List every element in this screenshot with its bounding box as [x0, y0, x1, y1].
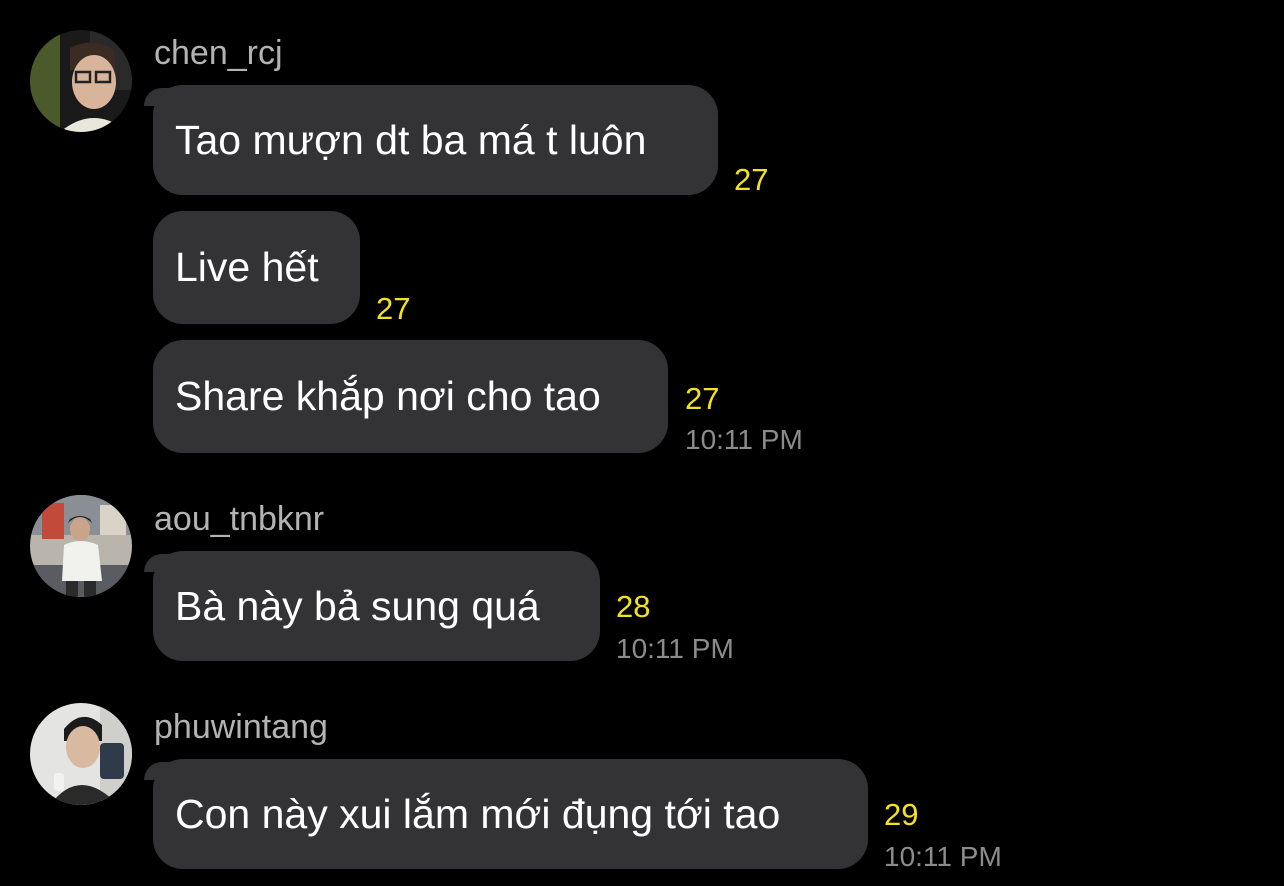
avatar-aou-tnbknr[interactable] [30, 495, 132, 597]
profile-photo-icon [30, 30, 132, 132]
message-text: Live hết [175, 244, 319, 290]
profile-photo-icon [30, 703, 132, 805]
username-aou-tnbknr[interactable]: aou_tnbknr [154, 499, 324, 539]
timestamp: 10:11 PM [616, 633, 734, 664]
timestamp: 10:11 PM [685, 424, 803, 455]
avatar-chen-rcj[interactable] [30, 30, 132, 132]
message-text: Con này xui lắm mới đụng tới tao [175, 790, 781, 837]
avatar-phuwintang[interactable] [30, 703, 132, 805]
message-bubble[interactable]: Tao mượn dt ba má t luôn [153, 85, 718, 195]
message-bubble[interactable]: Bà này bả sung quá [153, 551, 600, 661]
reaction-count[interactable]: 27 [734, 162, 768, 198]
username-chen-rcj[interactable]: chen_rcj [154, 33, 283, 73]
reaction-count[interactable]: 29 [884, 797, 918, 833]
message-bubble[interactable]: Share khắp nơi cho tao [153, 340, 668, 453]
message-text: Share khắp nơi cho tao [175, 373, 601, 419]
reaction-count[interactable]: 28 [616, 589, 650, 625]
reaction-count[interactable]: 27 [685, 381, 719, 417]
timestamp: 10:11 PM [884, 841, 1002, 872]
username-phuwintang[interactable]: phuwintang [154, 707, 328, 747]
message-text: Tao mượn dt ba má t luôn [175, 116, 647, 163]
message-bubble[interactable]: Live hết [153, 211, 360, 324]
message-text: Bà này bả sung quá [175, 582, 540, 629]
message-bubble[interactable]: Con này xui lắm mới đụng tới tao [153, 759, 868, 869]
profile-photo-icon [30, 495, 132, 597]
reaction-count[interactable]: 27 [376, 291, 410, 327]
